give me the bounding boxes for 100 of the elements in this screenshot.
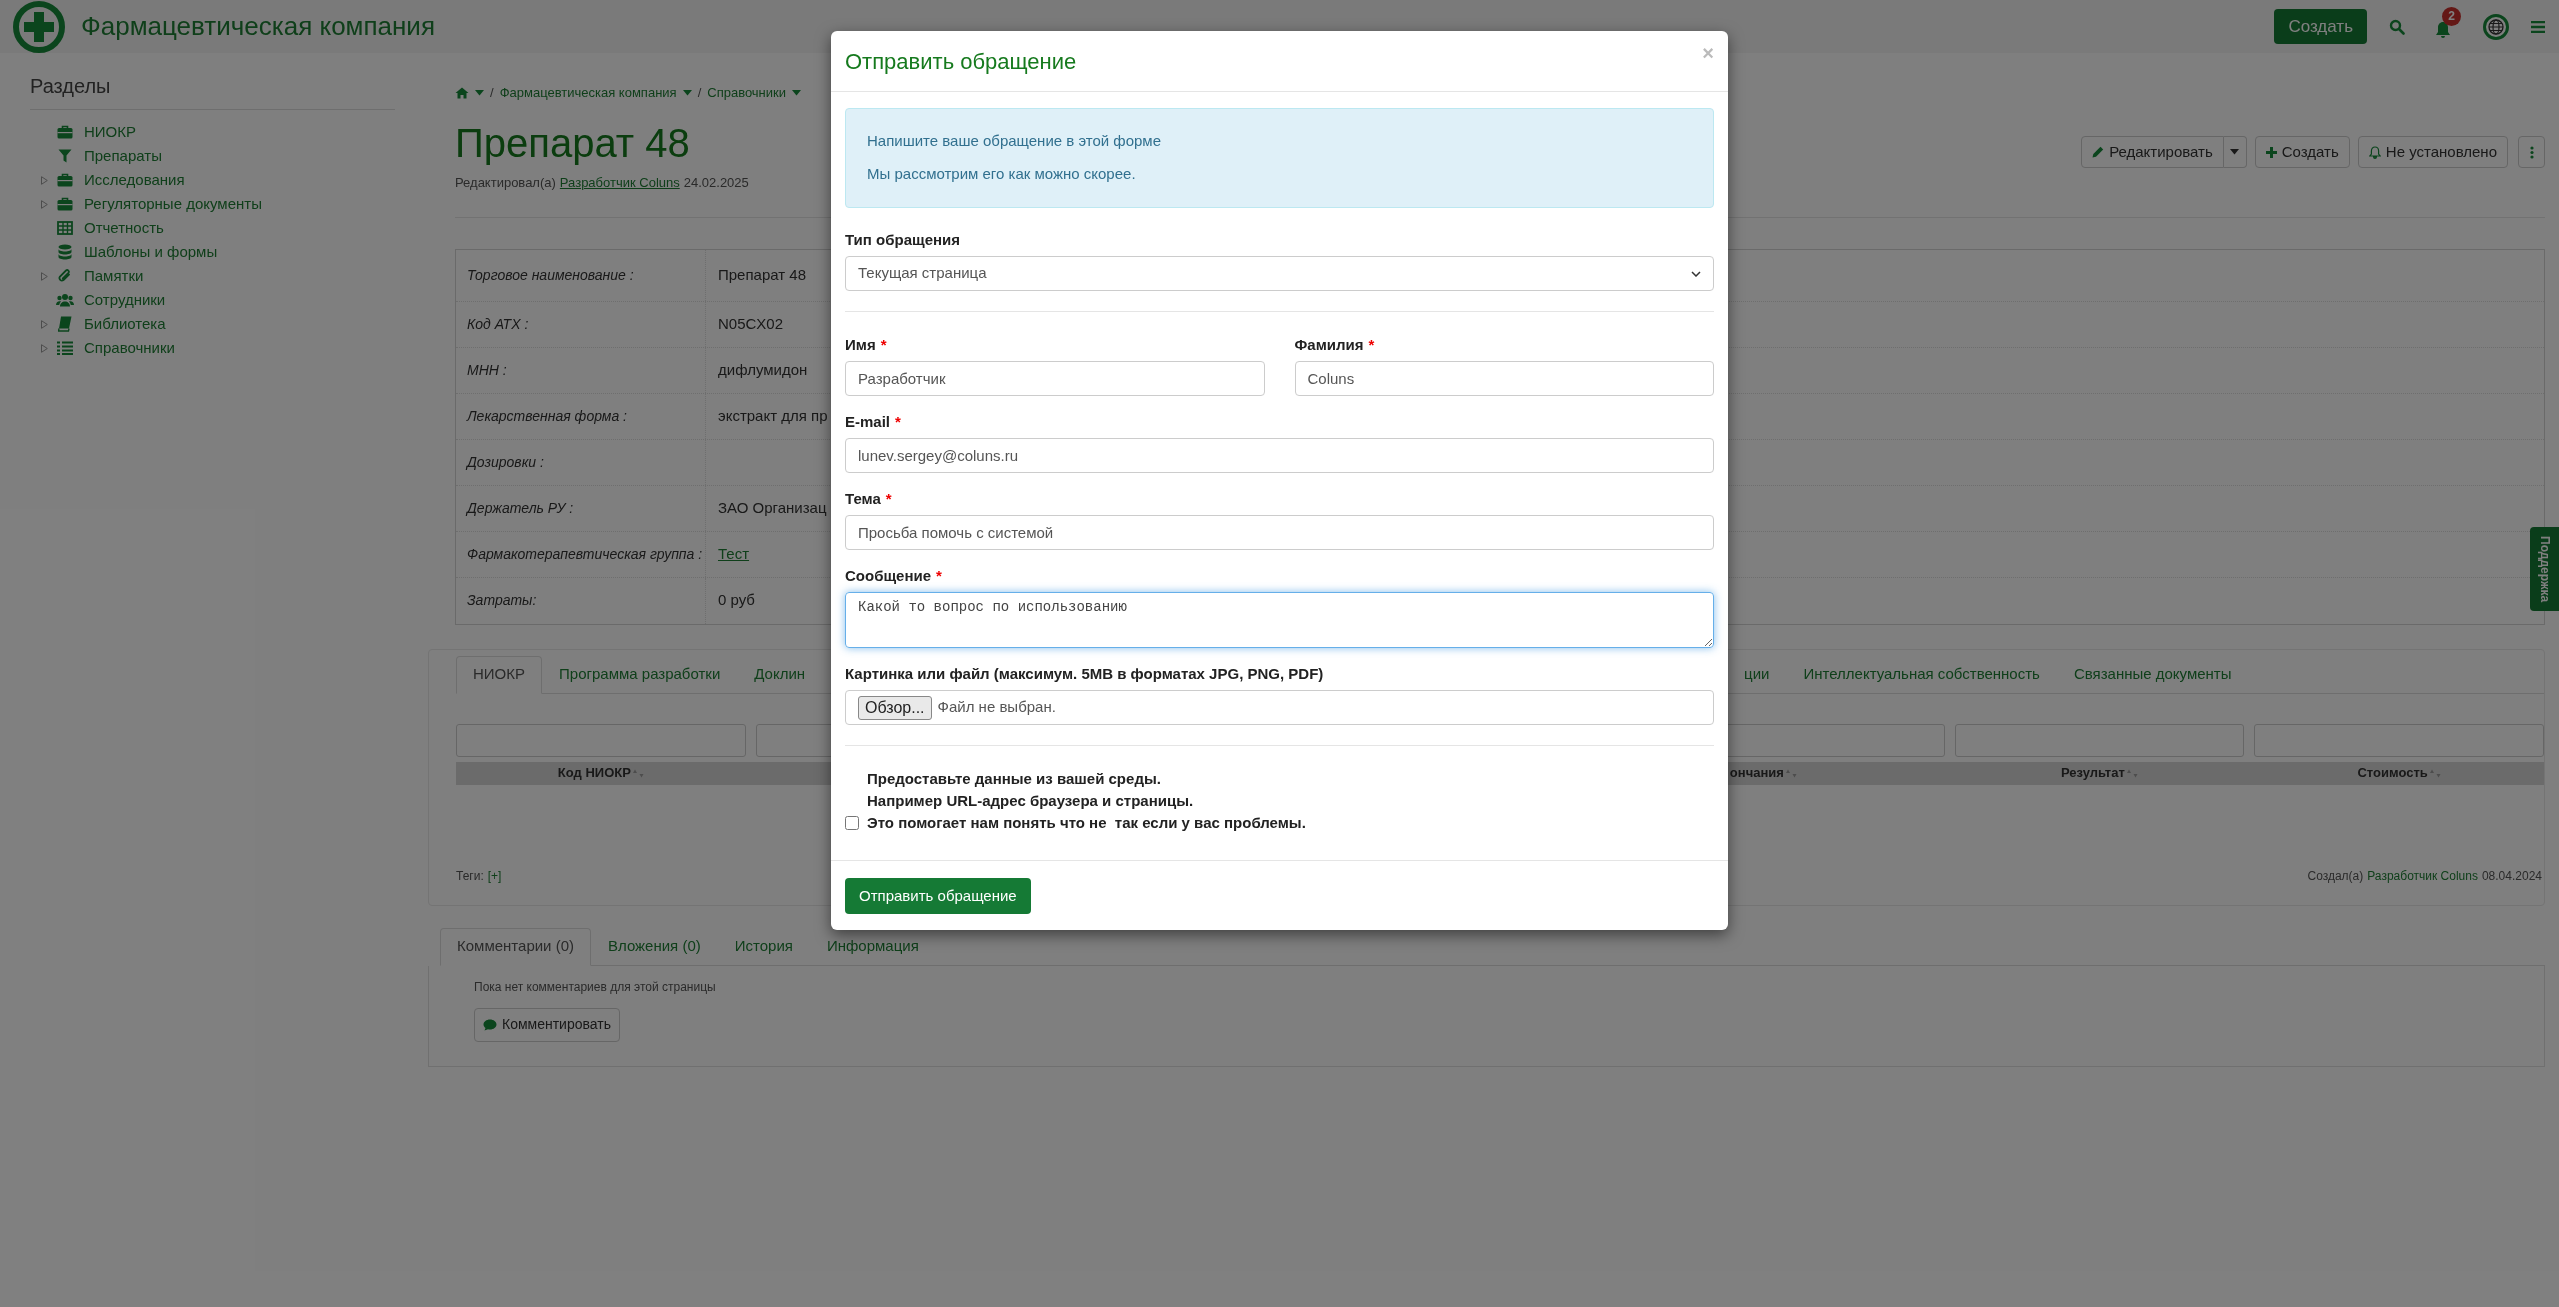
- globe-avatar-icon[interactable]: [2483, 13, 2509, 40]
- sidebar-item[interactable]: Шаблоны и формы: [84, 240, 218, 264]
- tab[interactable]: НИОКР: [456, 655, 543, 694]
- plus-icon: [2265, 146, 2277, 158]
- paperclip-icon: [58, 268, 72, 284]
- column-header[interactable]: ончания: [1729, 763, 1784, 783]
- field-label: E-mail: [845, 411, 890, 432]
- browse-button[interactable]: Обзор...: [858, 695, 932, 720]
- tab[interactable]: Связанные документы: [2056, 655, 2249, 694]
- property-value: 0 руб: [718, 590, 755, 611]
- field-label: Тип обращения: [845, 229, 960, 250]
- briefcase-icon: [57, 173, 73, 187]
- field-label: Имя: [845, 334, 876, 355]
- expand-triangle-icon[interactable]: [41, 319, 48, 329]
- property-label: Лекарственная форма :: [467, 406, 627, 426]
- notification-setting-button[interactable]: Не установлено: [2357, 136, 2508, 168]
- more-button[interactable]: [2518, 136, 2545, 168]
- tab[interactable]: Программа разработки: [542, 655, 738, 694]
- breadcrumb-separator: /: [490, 84, 494, 103]
- search-icon[interactable]: [2389, 18, 2405, 35]
- logo-icon: [13, 0, 65, 53]
- empty-comments-text: Пока нет комментариев для этой страницы: [474, 978, 717, 996]
- modal-title: Отправить обращение: [845, 47, 1077, 76]
- column-header[interactable]: Результат: [2061, 763, 2125, 783]
- property-label: МНН :: [467, 360, 507, 380]
- column-header[interactable]: Код НИОКР: [557, 763, 631, 783]
- page-title: Препарат 48: [455, 120, 691, 167]
- create-button[interactable]: Создать: [2274, 9, 2367, 44]
- filter-icon: [58, 149, 72, 163]
- caret-icon: [792, 90, 801, 96]
- tab[interactable]: Доклин: [737, 655, 823, 694]
- property-value: дифлумидон: [718, 359, 808, 380]
- sidebar-item[interactable]: Сотрудники: [84, 288, 166, 312]
- select-field[interactable]: Текущая страница: [845, 256, 1714, 291]
- tab[interactable]: Комментарии (0): [440, 927, 591, 966]
- file-status-text: Файл не выбран.: [937, 697, 1056, 718]
- property-link[interactable]: Тест: [718, 542, 750, 566]
- sidebar-item[interactable]: НИОКР: [84, 120, 137, 144]
- edit-button[interactable]: Редактировать: [2081, 136, 2224, 168]
- property-value: Препарат 48: [718, 264, 806, 285]
- create-button[interactable]: Создать: [2254, 136, 2350, 168]
- property-value: ЗАО Организац: [718, 497, 827, 518]
- property-label: Код АТХ :: [467, 314, 529, 334]
- sidebar-item[interactable]: Исследования: [84, 168, 185, 192]
- menu-icon[interactable]: [2531, 20, 2545, 33]
- add-tag-link[interactable]: [+]: [487, 866, 502, 885]
- support-tab[interactable]: Поддержка: [2530, 527, 2559, 611]
- filter-field[interactable]: [1954, 723, 2245, 757]
- sort-icon: [1785, 768, 1797, 778]
- breadcrumb-separator: /: [697, 84, 702, 103]
- info-text: Напишите ваше обращение в этой форме: [867, 131, 1163, 151]
- expand-triangle-icon[interactable]: [41, 271, 48, 281]
- property-label: Дозировки :: [467, 452, 544, 472]
- text-field[interactable]: Разработчик: [845, 361, 1265, 396]
- bell-icon[interactable]: [2435, 20, 2451, 39]
- info-text: Мы рассмотрим его как можно скорее.: [867, 163, 1137, 184]
- breadcrumb-link[interactable]: Фармацевтическая компания: [499, 83, 677, 103]
- tab[interactable]: Вложения (0): [591, 927, 718, 966]
- message-field[interactable]: Какой то вопрос по использованию: [845, 592, 1714, 648]
- property-value: экстракт для пр: [718, 405, 828, 426]
- author-link[interactable]: Разработчик Coluns: [2367, 866, 2478, 885]
- column-header[interactable]: Стоимость: [2357, 763, 2428, 783]
- sidebar-item[interactable]: Препараты: [84, 144, 162, 168]
- sort-icon: [2429, 768, 2441, 778]
- tags-label: Теги:: [456, 867, 484, 885]
- text-field[interactable]: lunev.sergey@coluns.ru: [845, 438, 1714, 473]
- tab[interactable]: Информация: [809, 927, 936, 966]
- home-icon[interactable]: [455, 87, 469, 99]
- field-label: Сообщение: [845, 565, 932, 586]
- notification-badge: 2: [2442, 6, 2461, 26]
- sidebar-item[interactable]: Отчетность: [84, 216, 164, 240]
- expand-triangle-icon[interactable]: [41, 175, 48, 185]
- author-link[interactable]: Разработчик Coluns: [559, 173, 680, 193]
- close-button[interactable]: ×: [1702, 43, 1714, 63]
- sidebar-item[interactable]: Библиотека: [84, 312, 166, 336]
- sidebar-item[interactable]: Памятки: [84, 264, 144, 288]
- breadcrumb-link[interactable]: Справочники: [707, 83, 786, 103]
- submit-button[interactable]: Отправить обращение: [845, 878, 1031, 914]
- text-field[interactable]: Coluns: [1294, 361, 1714, 396]
- tab[interactable]: История: [717, 927, 810, 966]
- sidebar-item[interactable]: Регуляторные документы: [84, 192, 262, 216]
- filter-field[interactable]: [2254, 723, 2544, 757]
- comment-button[interactable]: Комментировать: [474, 1007, 620, 1042]
- checkbox[interactable]: [845, 816, 859, 830]
- comment-icon: [483, 1018, 497, 1031]
- filter-field[interactable]: [456, 723, 746, 757]
- bell-icon: [2368, 145, 2381, 159]
- text-field[interactable]: Просьба помочь с системой: [845, 515, 1714, 550]
- required-mark: *: [1368, 334, 1375, 355]
- dropdown-toggle-button[interactable]: [2223, 136, 2247, 168]
- sidebar-item[interactable]: Справочники: [84, 336, 175, 360]
- expand-triangle-icon[interactable]: [41, 343, 48, 353]
- file-field[interactable]: Обзор... Файл не выбран.: [845, 690, 1714, 725]
- property-value: N05CX02: [718, 313, 784, 334]
- caret-icon: [682, 90, 692, 96]
- briefcase-icon: [57, 125, 73, 139]
- property-label: Держатель РУ :: [467, 498, 574, 518]
- expand-triangle-icon[interactable]: [41, 199, 48, 209]
- tab[interactable]: ции: [1727, 655, 1787, 694]
- tab[interactable]: Интеллектуальная собственность: [1786, 655, 2057, 694]
